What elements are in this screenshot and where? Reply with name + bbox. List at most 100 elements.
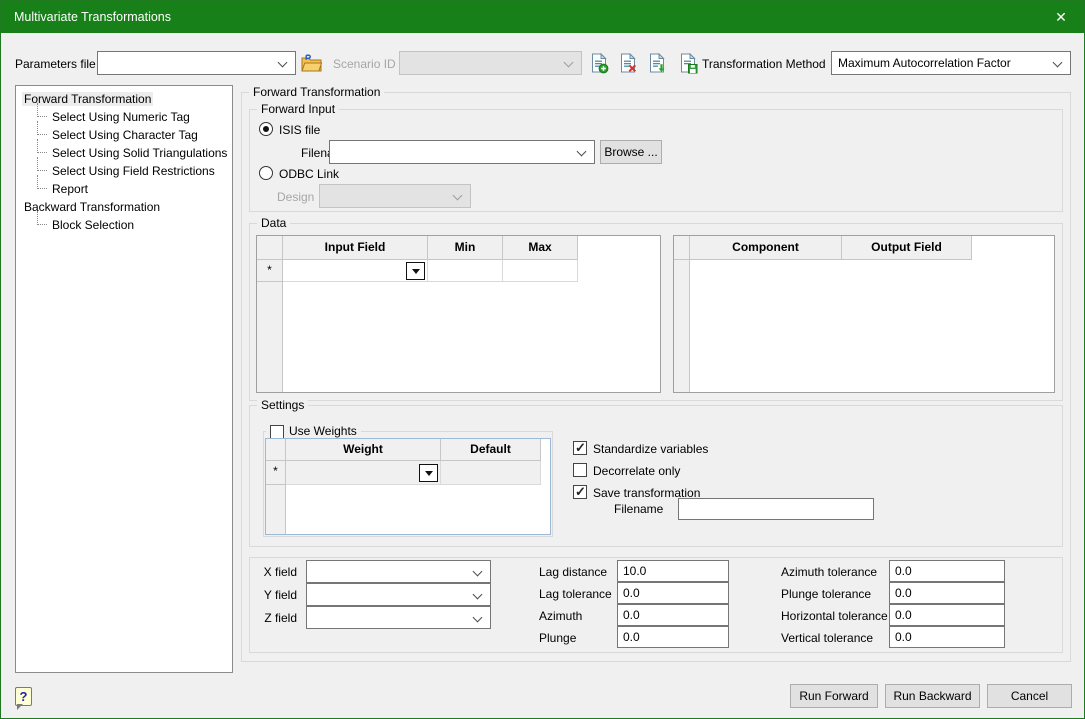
min-cell[interactable] [428,260,503,282]
horizontal-tolerance-input[interactable] [889,604,1005,626]
new-scenario-icon [590,53,609,74]
input-fields-table: Input Field Min Max * [256,235,661,393]
weight-dropdown-button[interactable] [419,464,438,482]
tree-item-report[interactable]: Report [16,180,232,198]
scenario-id-combobox [399,51,582,75]
save-scenario-icon [679,53,698,74]
chevron-down-icon [473,613,483,623]
lag-tolerance-label: Lag tolerance [539,587,612,601]
open-parameters-file-button[interactable] [300,52,322,74]
corner-header-cell [266,439,286,461]
azimuth-tolerance-input[interactable] [889,560,1005,582]
import-scenario-button[interactable] [646,52,668,74]
y-field-label: Y field [251,588,297,602]
column-header-component: Component [690,236,842,260]
tree-item-select-using-numeric-tag[interactable]: Select Using Numeric Tag [16,108,232,126]
new-scenario-button[interactable] [588,52,610,74]
decorrelate-only-checkbox[interactable] [573,463,587,477]
save-filename-input[interactable] [678,498,874,520]
titlebar: Multivariate Transformations [1,1,1084,33]
scenario-id-label: Scenario ID [333,57,396,71]
import-scenario-icon [648,53,667,74]
filename-combobox[interactable] [329,140,595,164]
chevron-down-icon [453,191,463,201]
run-backward-button[interactable]: Run Backward [885,684,980,708]
max-cell[interactable] [503,260,578,282]
tree-item-select-using-character-tag[interactable]: Select Using Character Tag [16,126,232,144]
tree-item-select-using-solid-triangulations[interactable]: Select Using Solid Triangulations [16,144,232,162]
corner-header-cell [674,236,690,260]
use-weights-label: Use Weights [289,424,357,439]
delete-scenario-button[interactable] [617,52,639,74]
tree-item-select-using-field-restrictions[interactable]: Select Using Field Restrictions [16,162,232,180]
tree-item-backward-transformation[interactable]: Backward Transformation [16,198,232,216]
tree-connector [37,103,47,117]
x-field-combobox[interactable] [306,560,491,583]
lag-distance-label: Lag distance [539,565,607,579]
tree-item-forward-transformation[interactable]: Forward Transformation [16,90,232,108]
default-cell[interactable] [441,461,541,485]
plunge-input[interactable] [617,626,729,648]
parameters-file-label: Parameters file [15,57,96,71]
input-field-cell[interactable] [283,260,428,282]
decorrelate-only-label: Decorrelate only [593,464,680,478]
horizontal-tolerance-label: Horizontal tolerance [781,609,888,623]
odbc-link-radio[interactable] [259,166,273,180]
parameters-file-combobox[interactable] [97,51,296,75]
isis-file-radio-label: ISIS file [279,123,320,137]
vertical-tolerance-label: Vertical tolerance [781,631,873,645]
dialog-multivariate-transformations: Multivariate Transformations ✕ Parameter… [0,0,1085,719]
data-group-title: Data [257,216,290,231]
tree-connector [37,139,47,153]
chevron-down-icon [278,58,288,68]
column-header-weight: Weight [286,439,441,461]
corner-header-cell [257,236,283,260]
column-header-input-field: Input Field [283,236,428,260]
input-field-dropdown-button[interactable] [406,262,425,280]
column-header-min: Min [428,236,503,260]
weights-table: Weight Default * [265,438,551,535]
run-forward-button[interactable]: Run Forward [790,684,878,708]
new-row-marker: * [257,260,283,282]
chevron-down-icon [564,58,574,68]
use-weights-checkbox[interactable] [270,425,284,439]
help-button[interactable]: ? [15,687,32,706]
tree-connector [37,211,47,225]
weight-cell[interactable] [286,461,441,485]
chevron-down-icon [473,590,483,600]
save-transformation-checkbox[interactable] [573,485,587,499]
lag-distance-input[interactable] [617,560,729,582]
cancel-button[interactable]: Cancel [987,684,1072,708]
transformation-method-combobox[interactable]: Maximum Autocorrelation Factor [831,51,1071,75]
plunge-tolerance-input[interactable] [889,582,1005,604]
azimuth-input[interactable] [617,604,729,626]
y-field-combobox[interactable] [306,583,491,606]
lag-tolerance-input[interactable] [617,582,729,604]
new-row-marker: * [266,461,286,485]
plunge-tolerance-label: Plunge tolerance [781,587,871,601]
settings-group-title: Settings [257,398,308,413]
tree-item-block-selection[interactable]: Block Selection [16,216,232,234]
close-button[interactable]: ✕ [1038,1,1084,33]
z-field-label: Z field [251,611,297,625]
tree-connector [37,175,47,189]
transformation-method-value: Maximum Autocorrelation Factor [832,52,1070,74]
z-field-combobox[interactable] [306,606,491,629]
odbc-link-radio-label: ODBC Link [279,167,339,181]
chevron-down-icon [577,147,587,157]
isis-file-radio[interactable] [259,122,273,136]
design-label: Design [277,190,314,204]
azimuth-tolerance-label: Azimuth tolerance [781,565,877,579]
standardize-variables-checkbox[interactable] [573,441,587,455]
vertical-tolerance-input[interactable] [889,626,1005,648]
forward-transformation-group-title: Forward Transformation [249,85,384,100]
transformation-method-label: Transformation Method [702,57,826,71]
open-folder-icon [301,54,322,72]
tree-connector [37,157,47,171]
plunge-label: Plunge [539,631,576,645]
save-scenario-button[interactable] [677,52,699,74]
browse-button[interactable]: Browse ... [600,140,662,164]
navigation-tree: Forward Transformation Select Using Nume… [15,85,233,673]
save-filename-label: Filename [614,502,663,516]
column-header-default: Default [441,439,541,461]
